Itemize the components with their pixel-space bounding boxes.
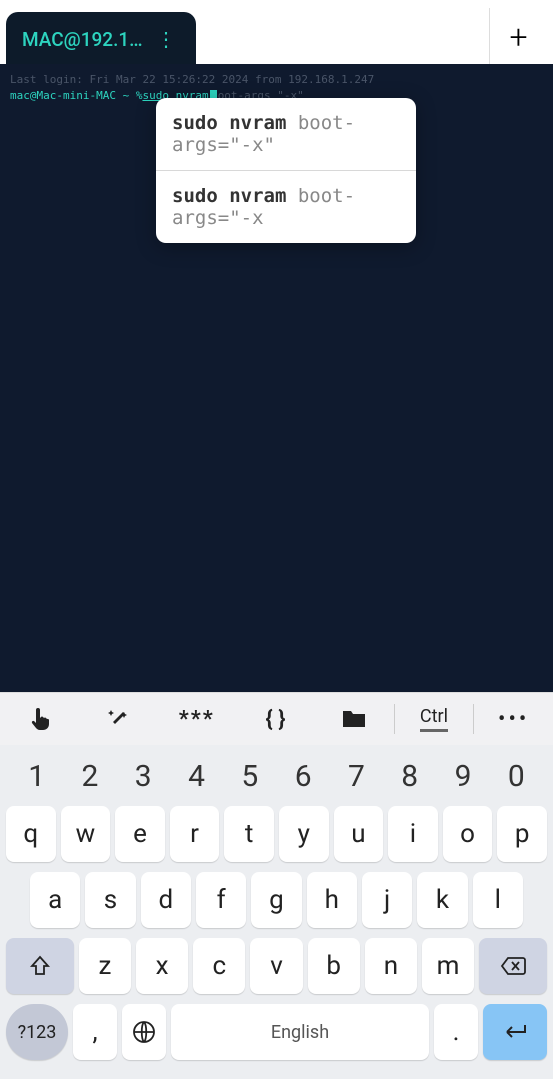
symbols-key[interactable]: ?123: [6, 1004, 68, 1060]
period-key[interactable]: .: [434, 1004, 478, 1060]
key-v[interactable]: v: [250, 938, 302, 994]
ctrl-button[interactable]: Ctrl: [395, 693, 474, 745]
key-g[interactable]: g: [251, 872, 301, 928]
key-p[interactable]: p: [497, 806, 547, 862]
key-s[interactable]: s: [85, 872, 135, 928]
dots-icon: •••: [498, 707, 529, 732]
key-k[interactable]: k: [417, 872, 467, 928]
shift-icon: [29, 955, 51, 977]
key-z[interactable]: z: [79, 938, 131, 994]
enter-icon: [502, 1023, 528, 1041]
key-l[interactable]: l: [473, 872, 523, 928]
touch-mode-button[interactable]: [0, 693, 79, 745]
magic-button[interactable]: [79, 693, 158, 745]
key-5[interactable]: 5: [223, 759, 276, 794]
key-q[interactable]: q: [6, 806, 56, 862]
password-button[interactable]: ***: [157, 693, 236, 745]
key-b[interactable]: b: [308, 938, 360, 994]
key-o[interactable]: o: [443, 806, 493, 862]
tabs-bar: MAC@192.168... ⋮ +: [0, 6, 553, 64]
autocomplete-popup: sudo nvram boot-args="-x" sudo nvram boo…: [156, 98, 416, 243]
key-x[interactable]: x: [136, 938, 188, 994]
keyboard: 1 2 3 4 5 6 7 8 9 0 q w e r t y u i o p …: [0, 745, 553, 1079]
terminal-login-line: Last login: Fri Mar 22 15:26:22 2024 fro…: [10, 72, 543, 88]
key-i[interactable]: i: [388, 806, 438, 862]
key-2[interactable]: 2: [63, 759, 116, 794]
key-f[interactable]: f: [196, 872, 246, 928]
add-tab-button[interactable]: +: [489, 8, 547, 66]
language-key[interactable]: [122, 1004, 166, 1060]
key-e[interactable]: e: [115, 806, 165, 862]
backspace-key[interactable]: [479, 938, 547, 994]
key-row-2: a s d f g h j k l: [4, 872, 549, 928]
suggestion-item[interactable]: sudo nvram boot-args="-x": [156, 98, 416, 171]
shift-key[interactable]: [6, 938, 74, 994]
tab-menu-icon[interactable]: ⋮: [152, 27, 180, 51]
key-8[interactable]: 8: [383, 759, 436, 794]
key-row-3: z x c v b n m: [4, 938, 549, 994]
key-u[interactable]: u: [334, 806, 384, 862]
key-0[interactable]: 0: [490, 759, 543, 794]
terminal-tab[interactable]: MAC@192.168... ⋮: [6, 12, 196, 66]
key-t[interactable]: t: [224, 806, 274, 862]
key-r[interactable]: r: [170, 806, 220, 862]
key-9[interactable]: 9: [436, 759, 489, 794]
terminal-prompt: mac@Mac-mini-MAC ~ %: [10, 88, 142, 104]
keyboard-toolbar: *** { } Ctrl •••: [0, 692, 553, 745]
key-d[interactable]: d: [141, 872, 191, 928]
space-key[interactable]: English: [171, 1004, 429, 1060]
key-c[interactable]: c: [193, 938, 245, 994]
key-3[interactable]: 3: [117, 759, 170, 794]
more-button[interactable]: •••: [474, 693, 553, 745]
key-4[interactable]: 4: [170, 759, 223, 794]
terminal-view[interactable]: Last login: Fri Mar 22 15:26:22 2024 fro…: [0, 64, 553, 692]
key-m[interactable]: m: [422, 938, 474, 994]
enter-key[interactable]: [483, 1004, 547, 1060]
suggestion-item[interactable]: sudo nvram boot-args="-x: [156, 171, 416, 243]
key-1[interactable]: 1: [10, 759, 63, 794]
key-row-bottom: ?123 , English .: [4, 1004, 549, 1060]
backspace-icon: [500, 956, 526, 976]
key-a[interactable]: a: [30, 872, 80, 928]
folder-button[interactable]: [315, 693, 394, 745]
key-j[interactable]: j: [362, 872, 412, 928]
number-row: 1 2 3 4 5 6 7 8 9 0: [4, 753, 549, 806]
key-7[interactable]: 7: [330, 759, 383, 794]
key-row-1: q w e r t y u i o p: [4, 806, 549, 862]
key-h[interactable]: h: [307, 872, 357, 928]
key-6[interactable]: 6: [276, 759, 329, 794]
comma-key[interactable]: ,: [73, 1004, 117, 1060]
key-w[interactable]: w: [61, 806, 111, 862]
globe-icon: [132, 1020, 156, 1044]
braces-button[interactable]: { }: [236, 693, 315, 745]
key-y[interactable]: y: [279, 806, 329, 862]
key-n[interactable]: n: [365, 938, 417, 994]
tab-title: MAC@192.168...: [22, 28, 152, 51]
